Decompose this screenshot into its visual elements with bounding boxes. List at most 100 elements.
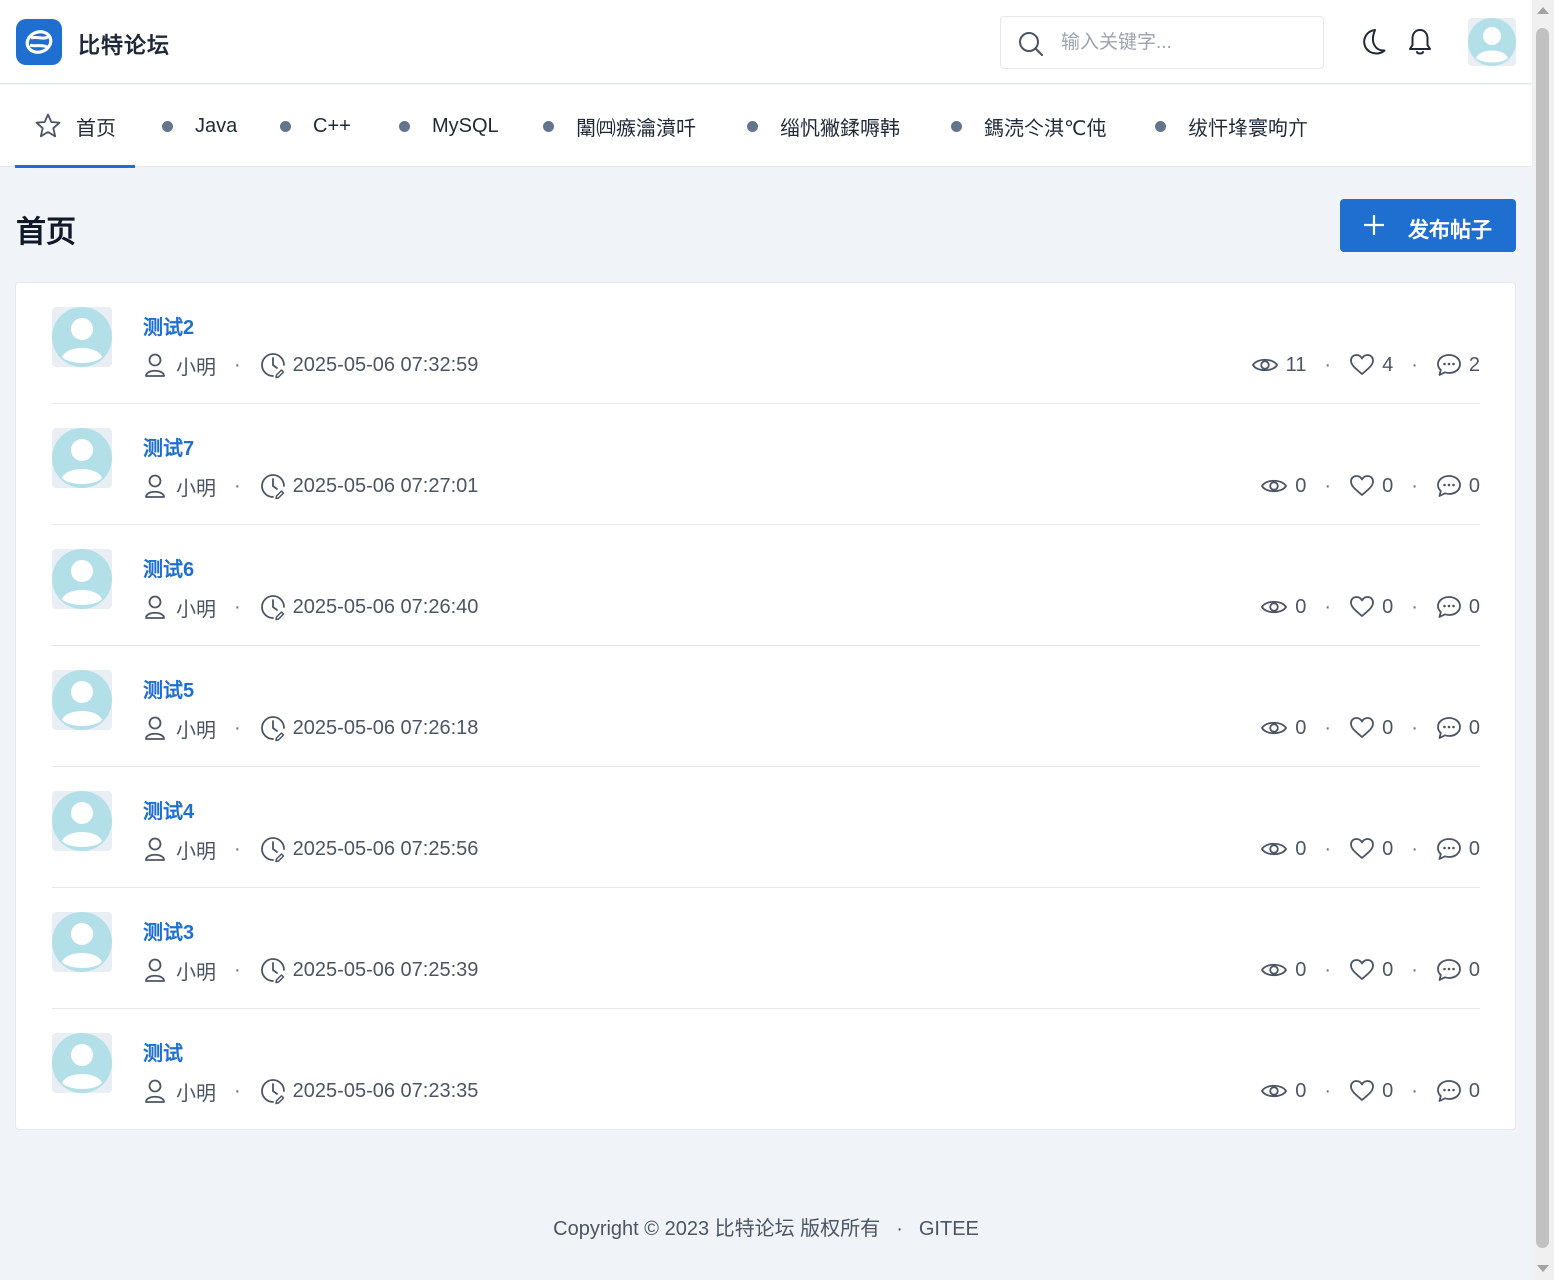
author-avatar[interactable] [52,912,112,972]
gitee-link[interactable]: GITEE [919,1218,979,1240]
post-title[interactable]: 测试3 [143,916,194,945]
author-name[interactable]: 小明 [176,593,216,622]
post-item[interactable]: 测试5 小明 · 2025-05-06 07:26:18 0 · 0 · 0 [52,646,1480,767]
comments-count: 0 [1468,474,1480,497]
likes-count: 4 [1382,353,1394,376]
author-name[interactable]: 小明 [176,1077,216,1106]
comments-stat[interactable]: 0 [1436,716,1480,740]
post-meta: 小明 · 2025-05-06 07:23:35 [144,1076,478,1106]
author-avatar[interactable] [52,549,112,609]
user-icon [144,715,166,741]
author-avatar[interactable] [52,1033,112,1093]
likes-stat[interactable]: 0 [1349,474,1393,498]
likes-stat[interactable]: 4 [1349,353,1393,377]
nav-item-label: Java [195,114,238,137]
user-avatar[interactable] [1468,18,1516,66]
nav-item-label: 缁忛獙鍒嗕韩 [780,117,900,140]
author-name[interactable]: 小明 [176,714,216,743]
likes-stat[interactable]: 0 [1349,595,1393,619]
logo-icon[interactable] [16,19,62,65]
post-title[interactable]: 测试4 [143,795,194,824]
comment-icon [1436,354,1461,376]
post-title[interactable]: 测试2 [143,311,194,340]
search-box[interactable] [1000,16,1324,69]
meta-separator: · [234,716,241,739]
heart-icon [1350,354,1374,375]
meta-separator: · [234,353,241,376]
stats-separator: · [1411,837,1418,860]
meta-separator: · [234,958,241,981]
post-stats: 0 · 0 · 0 [1260,471,1480,501]
post-meta: 小明 · 2025-05-06 07:26:18 [144,713,478,743]
post-title[interactable]: 测试 [143,1037,183,1066]
nav-item-cpp[interactable]: C++ [280,85,351,167]
nav-item-category-8[interactable]: 绂忓埄寰呴亣 [1155,85,1308,167]
post-time: 2025-05-06 07:23:35 [292,1079,479,1102]
author-avatar[interactable] [52,791,112,851]
post-list: 测试2 小明 · 2025-05-06 07:32:59 11 · 4 · 2 … [15,282,1516,1130]
author-avatar[interactable] [52,428,112,488]
comments-stat[interactable]: 0 [1436,1079,1480,1103]
comment-icon [1436,596,1461,618]
comments-stat[interactable]: 2 [1436,353,1480,377]
post-time: 2025-05-06 07:27:01 [292,474,479,497]
likes-stat[interactable]: 0 [1349,716,1393,740]
author-name[interactable]: 小明 [176,956,216,985]
author-name[interactable]: 小明 [176,472,216,501]
search-input[interactable] [1061,29,1311,57]
post-stats: 0 · 0 · 0 [1260,713,1480,743]
heart-icon [1350,1080,1374,1101]
nav-item-java[interactable]: Java [162,85,237,167]
post-title[interactable]: 测试7 [143,432,194,461]
heart-icon [1350,838,1374,859]
post-title[interactable]: 测试6 [143,553,194,582]
likes-stat[interactable]: 0 [1349,1079,1393,1103]
comments-stat[interactable]: 0 [1436,595,1480,619]
nav-item-category-5[interactable]: 闈㈣瘯瀹濆吀 [543,85,696,167]
nav-item-category-7[interactable]: 鎷涜仒淇℃伅 [951,85,1106,167]
post-item[interactable]: 测试 小明 · 2025-05-06 07:23:35 0 · 0 · 0 [52,1009,1480,1130]
post-time: 2025-05-06 07:25:56 [292,837,479,860]
stats-separator: · [1324,474,1332,497]
clock-icon [259,1077,287,1105]
stats-separator: · [1411,595,1418,618]
dot-icon [280,120,291,132]
active-tab-indicator [15,165,135,168]
nav-item-mysql[interactable]: MySQL [399,85,499,167]
post-item[interactable]: 测试3 小明 · 2025-05-06 07:25:39 0 · 0 · 0 [52,888,1480,1009]
author-avatar[interactable] [52,670,112,730]
views-count: 0 [1295,1079,1307,1102]
brand-name[interactable]: 比特论坛 [78,28,170,60]
publish-post-button[interactable]: 发布帖子 [1340,199,1516,252]
bell-icon[interactable] [1407,27,1433,62]
post-item[interactable]: 测试4 小明 · 2025-05-06 07:25:56 0 · 0 · 0 [52,767,1480,888]
eye-icon [1261,1084,1288,1098]
comment-icon [1436,838,1461,860]
scroll-up-icon[interactable] [1537,7,1549,14]
comments-stat[interactable]: 0 [1436,837,1480,861]
stats-separator: · [1411,1079,1418,1102]
views-count: 0 [1295,716,1307,739]
author-name[interactable]: 小明 [176,835,216,864]
moon-icon[interactable] [1358,27,1386,62]
scroll-down-icon[interactable] [1537,1265,1549,1272]
scrollbar-thumb[interactable] [1536,28,1549,1248]
likes-stat[interactable]: 0 [1349,837,1393,861]
meta-separator: · [234,474,241,497]
post-item[interactable]: 测试6 小明 · 2025-05-06 07:26:40 0 · 0 · 0 [52,525,1480,646]
post-title[interactable]: 测试5 [143,674,194,703]
comments-stat[interactable]: 0 [1436,958,1480,982]
likes-stat[interactable]: 0 [1349,958,1393,982]
post-time: 2025-05-06 07:26:40 [292,595,479,618]
meta-separator: · [234,837,241,860]
post-item[interactable]: 测试7 小明 · 2025-05-06 07:27:01 0 · 0 · 0 [52,404,1480,525]
views-count: 0 [1295,837,1307,860]
author-avatar[interactable] [52,307,112,367]
post-meta: 小明 · 2025-05-06 07:32:59 [144,350,478,380]
author-name[interactable]: 小明 [176,351,216,380]
nav-item-home[interactable]: 首页 [34,85,116,167]
nav-item-category-6[interactable]: 缁忛獙鍒嗕韩 [747,85,900,167]
post-item[interactable]: 测试2 小明 · 2025-05-06 07:32:59 11 · 4 · 2 [52,283,1480,404]
comments-stat[interactable]: 0 [1436,474,1480,498]
top-header: 比特论坛 [0,0,1532,84]
